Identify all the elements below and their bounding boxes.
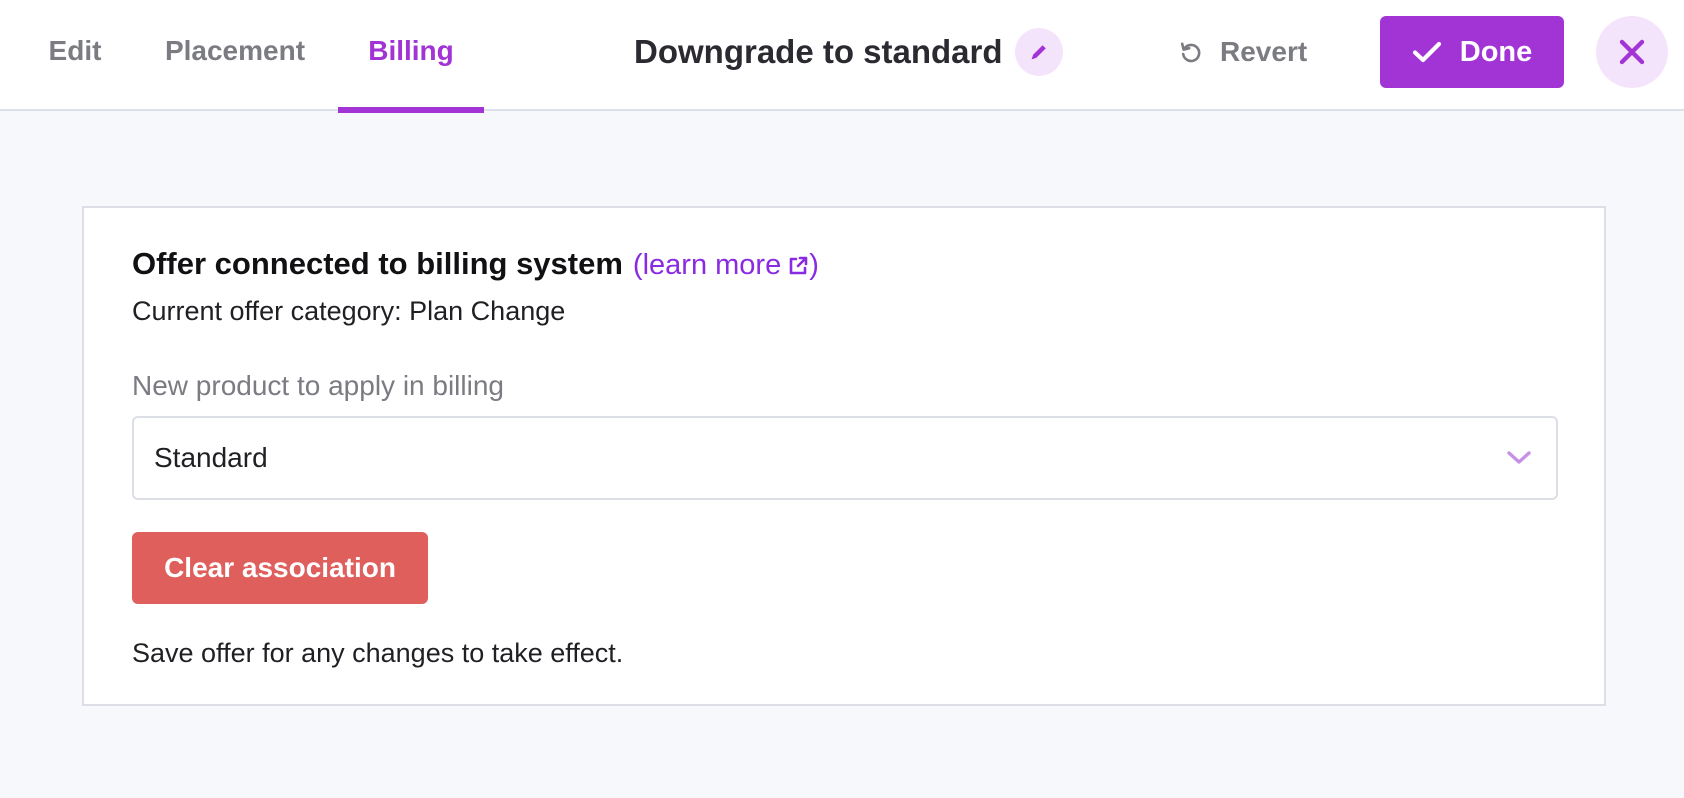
product-select-value: Standard — [154, 442, 268, 473]
close-icon — [1619, 39, 1645, 65]
top-bar: Edit Placement Billing Downgrade to stan… — [0, 0, 1684, 113]
tab-edit[interactable]: Edit — [24, 0, 126, 111]
offer-title: Downgrade to standard — [634, 33, 1003, 70]
billing-heading-row: Offer connected to billing system ( lear… — [132, 246, 819, 282]
product-field-label: New product to apply in billing — [132, 370, 504, 401]
offer-title-group: Downgrade to standard — [634, 26, 1063, 78]
learn-more-link[interactable]: ( learn more ) — [633, 249, 819, 282]
close-button[interactable] — [1596, 16, 1668, 88]
chevron-down-icon — [1507, 451, 1531, 464]
learn-more-open-paren: ( — [632, 249, 643, 281]
product-select[interactable]: Standard — [132, 416, 1558, 500]
learn-more-close-paren: ) — [809, 249, 819, 281]
check-icon — [1412, 41, 1441, 63]
offer-category: Current offer category: Plan Change — [132, 296, 566, 326]
edit-title-button[interactable] — [1014, 28, 1063, 76]
tab-billing[interactable]: Billing — [338, 0, 484, 113]
tab-placement-label: Placement — [164, 34, 306, 66]
done-label: Done — [1459, 35, 1533, 68]
tab-billing-label: Billing — [368, 34, 454, 66]
pencil-icon — [1031, 45, 1046, 60]
external-link-icon — [789, 256, 808, 275]
clear-association-button[interactable]: Clear association — [132, 532, 428, 604]
clear-association-label: Clear association — [164, 552, 396, 583]
done-button[interactable]: Done — [1380, 16, 1564, 88]
billing-heading: Offer connected to billing system — [132, 246, 623, 281]
learn-more-label: learn more — [642, 249, 782, 281]
save-note: Save offer for any changes to take effec… — [132, 638, 624, 668]
tab-placement[interactable]: Placement — [148, 0, 322, 111]
tab-edit-label: Edit — [48, 34, 102, 66]
revert-button[interactable]: Revert — [1178, 28, 1307, 76]
billing-card: Offer connected to billing system ( lear… — [82, 206, 1606, 706]
revert-icon — [1180, 42, 1201, 63]
revert-label: Revert — [1220, 36, 1308, 67]
